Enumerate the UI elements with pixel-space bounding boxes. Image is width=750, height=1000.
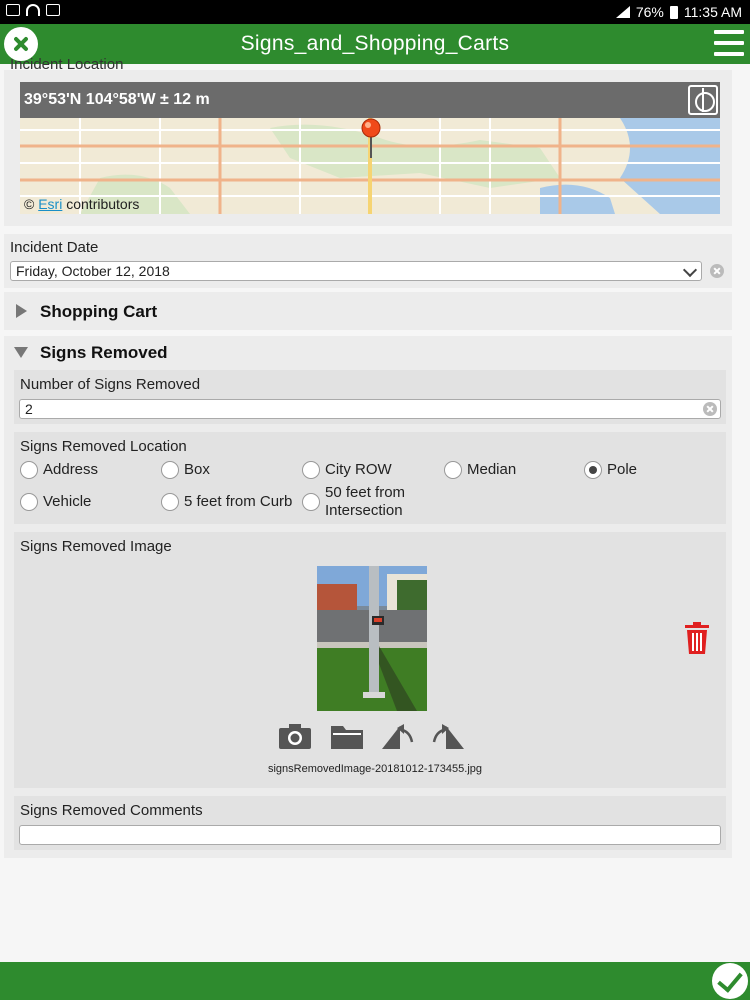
group-title-signs-removed[interactable]: Signs Removed	[40, 343, 168, 363]
signs-comments-card: Signs Removed Comments	[14, 796, 726, 850]
clock: 11:35 AM	[683, 4, 742, 20]
radio-button[interactable]	[161, 493, 179, 511]
battery-percent: 76%	[635, 4, 664, 20]
signs-location-label: Signs Removed Location	[20, 438, 187, 455]
calendar-icon	[6, 4, 20, 16]
car-icon	[46, 4, 60, 16]
coordinate-readout: 39°53'N 104°58'W ± 12 m	[20, 82, 720, 118]
incident-date-field[interactable]: Friday, October 12, 2018	[10, 261, 702, 281]
radio-button[interactable]	[302, 461, 320, 479]
esri-link[interactable]: Esri	[38, 196, 62, 212]
map-attribution: © Esri contributors	[24, 196, 140, 212]
attached-photo[interactable]	[317, 566, 427, 711]
folder-icon[interactable]	[330, 722, 364, 750]
incident-date-card: Incident Date Friday, October 12, 2018	[4, 234, 732, 288]
submit-check-icon[interactable]	[712, 963, 748, 999]
number-of-signs-label: Number of Signs Removed	[20, 376, 201, 393]
signs-image-label: Signs Removed Image	[20, 538, 172, 555]
app-title: Signs_and_Shopping_Carts	[240, 32, 510, 55]
coordinates-text: 39°53'N 104°58'W ± 12 m	[24, 91, 210, 108]
incident-location-card: 39°53'N 104°58'W ± 12 m © Esri contribut…	[4, 70, 732, 226]
signs-comments-input[interactable]	[19, 825, 721, 845]
wifi-icon	[26, 4, 40, 16]
radio-50-feet-from-intersection[interactable]: 50 feet from Intersection	[302, 484, 425, 520]
radio-button[interactable]	[20, 493, 38, 511]
battery-icon	[669, 5, 678, 19]
radio-5-feet-from-curb[interactable]: 5 feet from Curb	[161, 493, 292, 511]
attachment-filename: signsRemovedImage-20181012-173455.jpg	[267, 763, 483, 775]
radio-box[interactable]: Box	[161, 461, 210, 479]
number-of-signs-value: 2	[25, 401, 33, 417]
radio-city-row[interactable]: City ROW	[302, 461, 392, 479]
radio-button[interactable]	[20, 461, 38, 479]
rotate-left-icon[interactable]	[380, 722, 414, 750]
number-of-signs-card: Number of Signs Removed 2	[14, 370, 726, 424]
status-bar: 76% 11:35 AM	[0, 0, 750, 24]
clear-icon[interactable]	[703, 402, 717, 416]
radio-address[interactable]: Address	[20, 461, 98, 479]
group-title-shopping-cart: Shopping Cart	[40, 302, 158, 321]
delete-icon[interactable]	[684, 622, 710, 654]
number-of-signs-input[interactable]: 2	[19, 399, 721, 419]
expand-right-icon	[16, 304, 27, 318]
locate-icon[interactable]	[688, 85, 718, 115]
bottom-bar	[0, 962, 750, 1000]
radio-pole[interactable]: Pole	[584, 461, 637, 479]
chevron-down-icon[interactable]	[682, 262, 698, 278]
menu-icon[interactable]	[714, 30, 744, 58]
collapse-down-icon[interactable]	[14, 347, 28, 358]
rotate-right-icon[interactable]	[432, 722, 466, 750]
radio-vehicle[interactable]: Vehicle	[20, 493, 91, 511]
radio-button[interactable]	[444, 461, 462, 479]
location-map[interactable]: 39°53'N 104°58'W ± 12 m © Esri contribut…	[20, 82, 720, 214]
clear-icon[interactable]	[710, 264, 724, 278]
incident-date-value: Friday, October 12, 2018	[16, 263, 170, 279]
incident-date-label: Incident Date	[10, 239, 99, 256]
radio-button-selected[interactable]	[584, 461, 602, 479]
signal-icon	[615, 6, 630, 18]
group-shopping-cart[interactable]: Shopping Cart	[4, 292, 732, 330]
camera-icon[interactable]	[278, 722, 312, 750]
radio-button[interactable]	[161, 461, 179, 479]
radio-median[interactable]: Median	[444, 461, 516, 479]
signs-comments-label: Signs Removed Comments	[20, 802, 203, 819]
radio-button[interactable]	[302, 493, 320, 511]
